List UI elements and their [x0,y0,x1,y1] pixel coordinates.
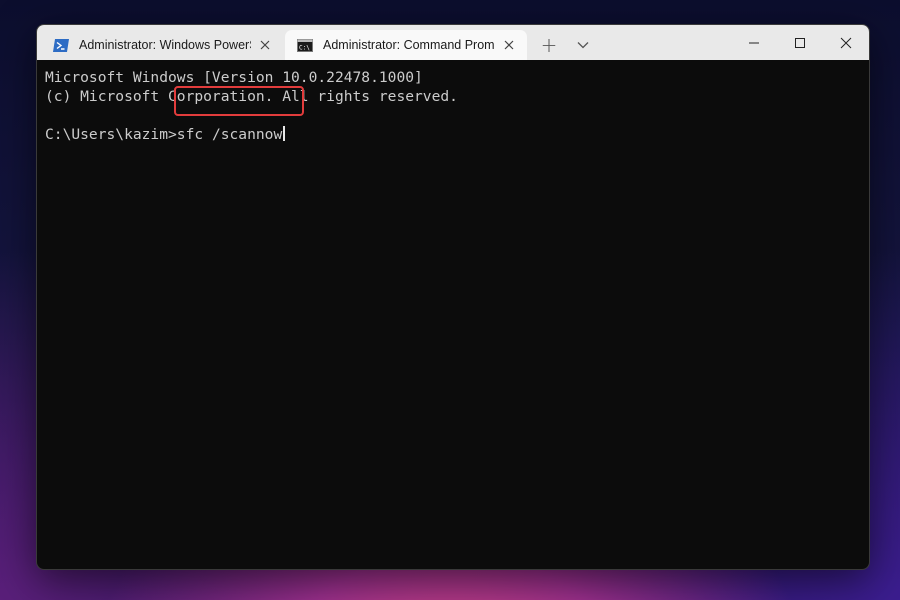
console-line: Microsoft Windows [Version 10.0.22478.10… [45,69,423,86]
console-output[interactable]: Microsoft Windows [Version 10.0.22478.10… [37,60,869,569]
maximize-icon [795,37,805,48]
powershell-icon [53,38,69,52]
close-tab-icon[interactable] [499,35,519,55]
tab-label: Administrator: Windows PowerShell [79,38,251,52]
chevron-down-icon [577,42,589,49]
minimize-button[interactable] [731,25,777,60]
title-bar[interactable]: Administrator: Windows PowerShell C:\ Ad… [37,25,869,60]
close-tab-icon[interactable] [255,35,275,55]
typed-command: sfc /scannow [176,126,283,143]
tab-label: Administrator: Command Prompt [323,38,495,52]
maximize-button[interactable] [777,25,823,60]
console-line: (c) Microsoft Corporation. All rights re… [45,88,458,105]
command-line[interactable]: C:\Users\kazim>sfc /scannow [45,125,861,144]
tab-command-prompt[interactable]: C:\ Administrator: Command Prompt [285,30,527,60]
prompt-text: C:\Users\kazim> [45,126,177,143]
tab-powershell[interactable]: Administrator: Windows PowerShell [41,30,283,60]
text-cursor [283,126,285,141]
new-tab-button[interactable]: + [537,33,561,57]
close-window-button[interactable] [823,25,869,60]
svg-text:C:\: C:\ [299,44,310,51]
minimize-icon [749,42,759,43]
close-icon [840,37,852,48]
tab-dropdown-button[interactable] [571,33,595,57]
cmd-icon: C:\ [297,38,313,52]
terminal-window: Administrator: Windows PowerShell C:\ Ad… [36,24,870,570]
plus-icon: + [540,33,558,57]
